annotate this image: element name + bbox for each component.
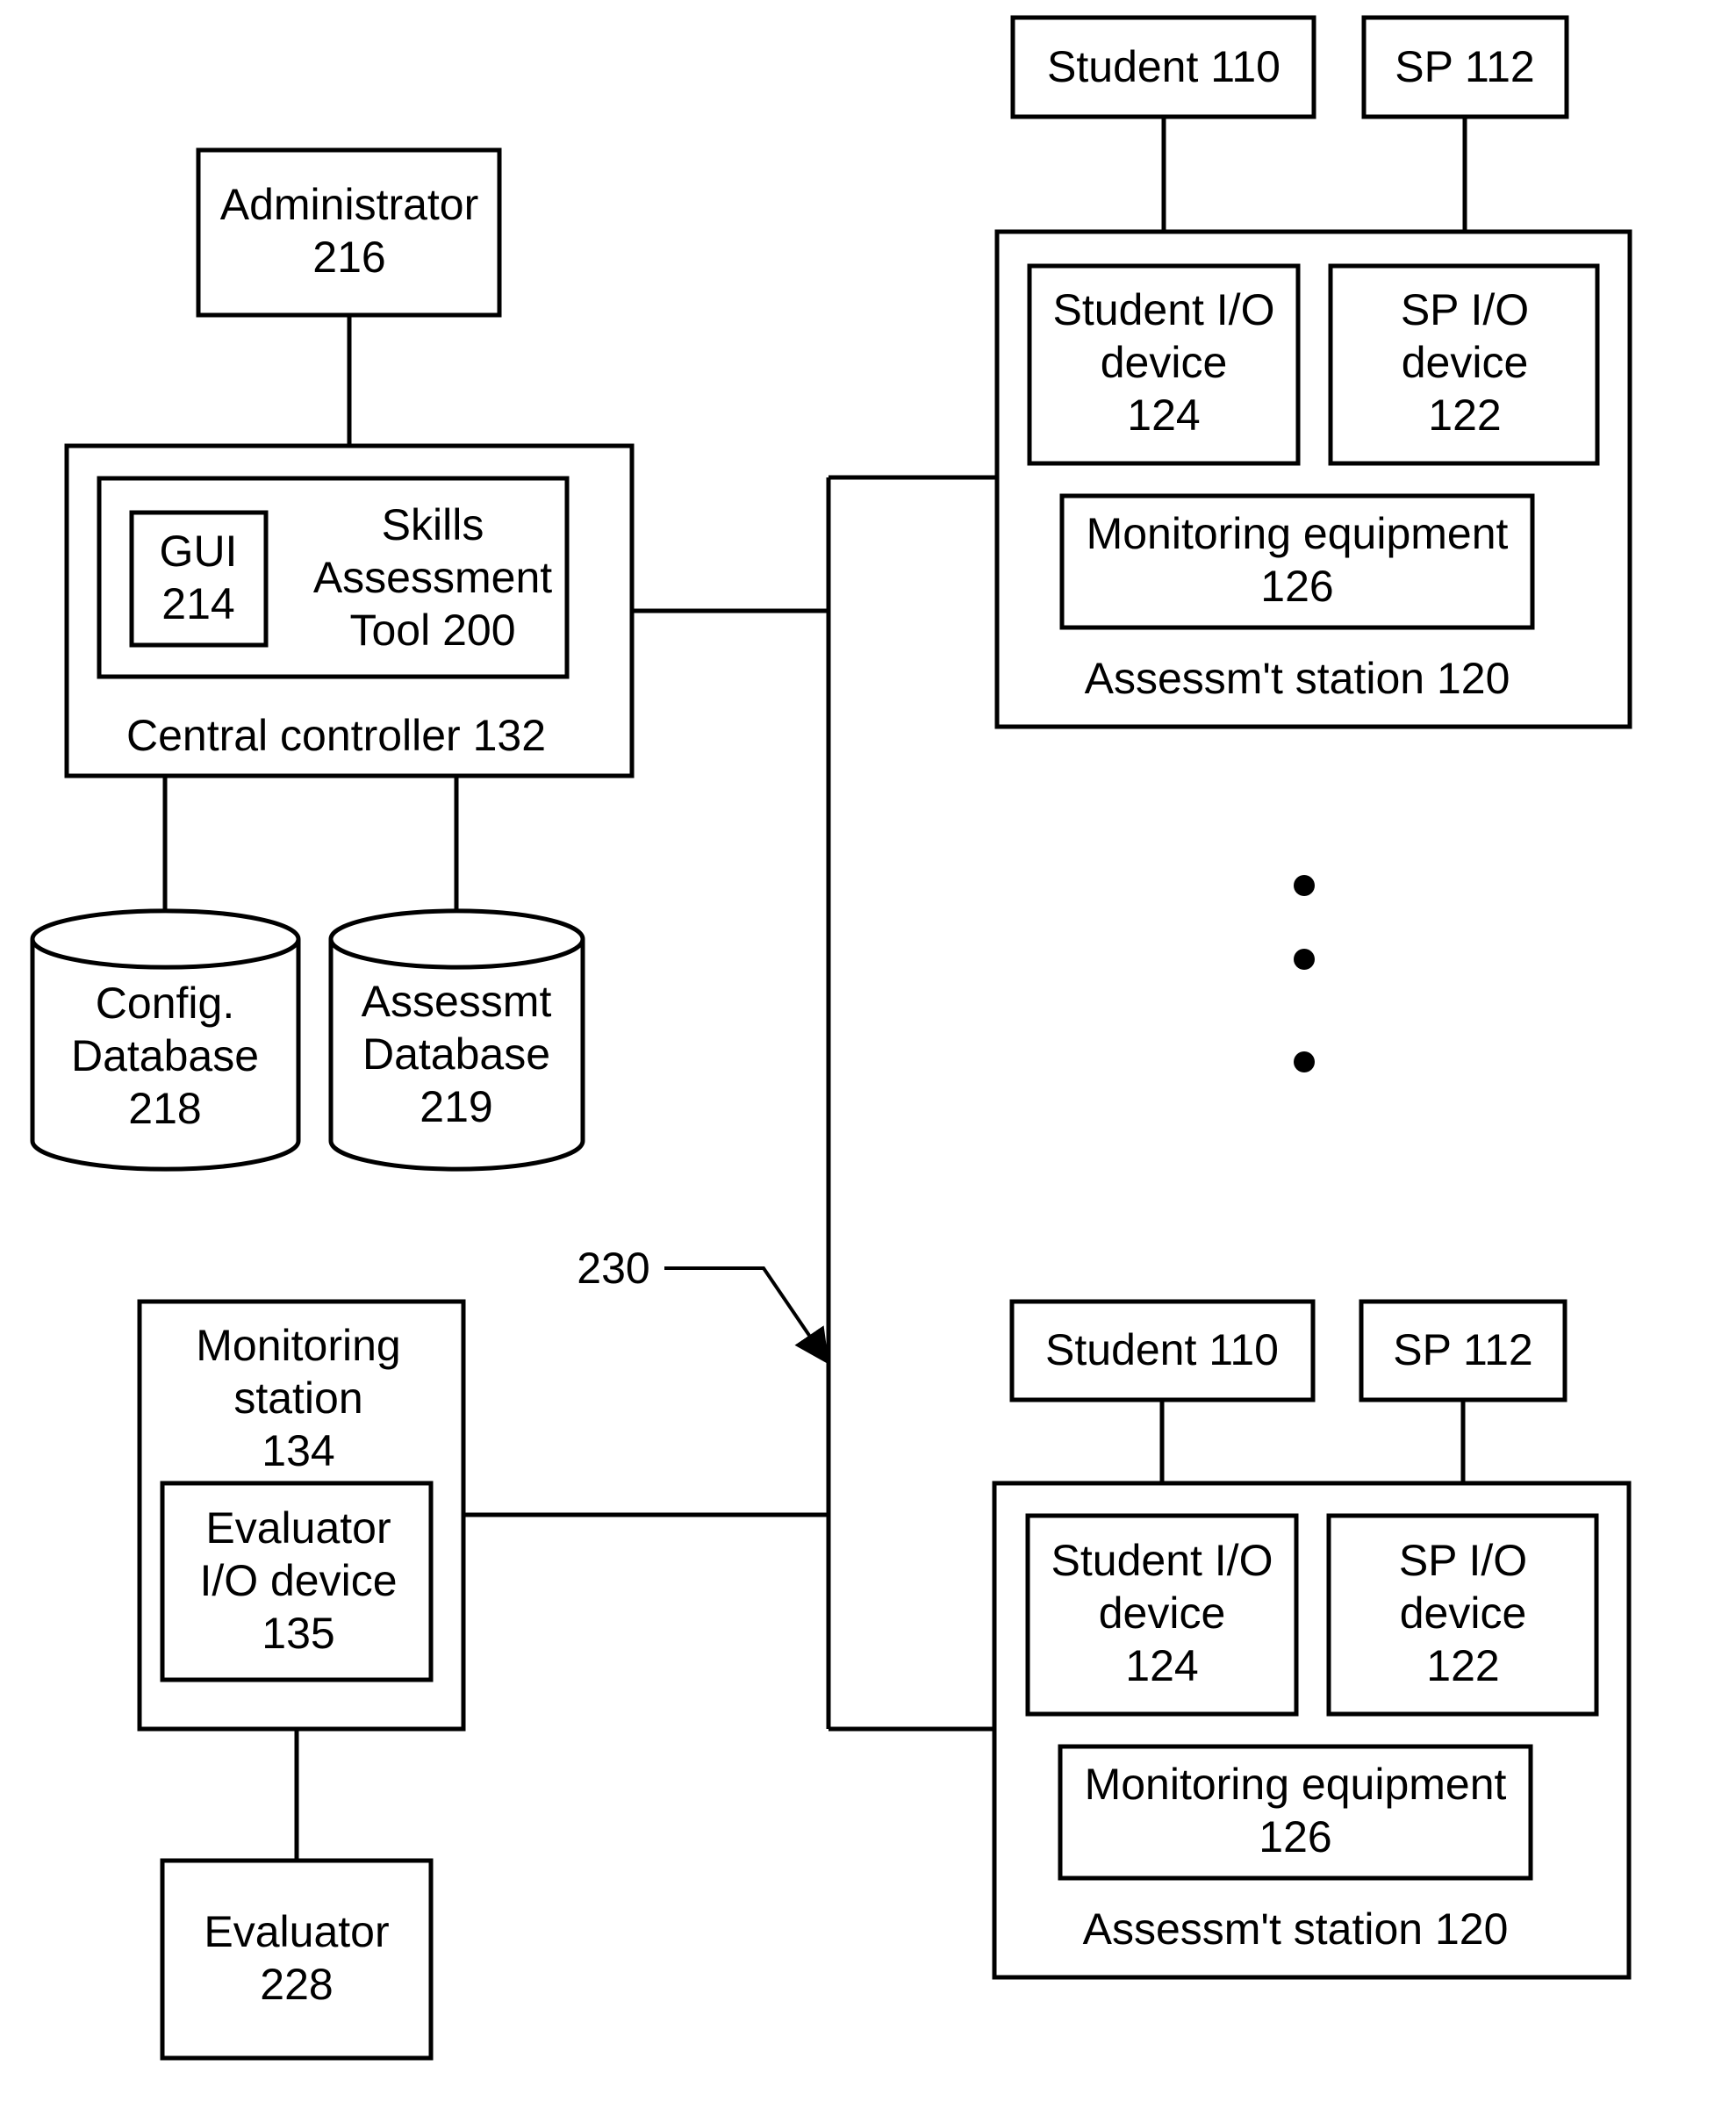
config-db-line1: Config. <box>96 979 234 1028</box>
assessment-database-node[interactable]: Assessmt Database 219 <box>328 908 585 1172</box>
student-io-1-number: 124 <box>1127 391 1200 440</box>
student-io-2-line1: Student I/O <box>1051 1536 1273 1585</box>
evaluator-number: 228 <box>260 1960 333 2009</box>
config-db-number: 218 <box>128 1084 201 1133</box>
ellipsis-dot <box>1294 1051 1315 1072</box>
monitoring-eq-2-number: 126 <box>1259 1812 1331 1861</box>
skills-tool-line3: Tool 200 <box>349 606 515 655</box>
gui-number: 214 <box>161 579 234 628</box>
student-io-1-line1: Student I/O <box>1053 285 1275 334</box>
sp-io-2-line2: device <box>1400 1589 1527 1638</box>
config-db-line2: Database <box>71 1031 259 1080</box>
skills-tool-line2: Assessment <box>313 553 552 602</box>
evaluator-io-line1: Evaluator <box>205 1503 391 1553</box>
sp-io-1-number: 122 <box>1428 391 1501 440</box>
gui-label: GUI <box>160 527 238 576</box>
network-label: 230 <box>577 1244 649 1293</box>
monitoring-station-number: 134 <box>262 1426 334 1475</box>
student-label-1: Student 110 <box>1047 42 1280 91</box>
assess-db-line2: Database <box>362 1029 550 1079</box>
assessment-station-1[interactable]: Student 110 SP 112 Student I/O device 12… <box>994 15 1632 729</box>
assessment-station-2[interactable]: Student 110 SP 112 Student I/O device 12… <box>992 1299 1632 1980</box>
evaluator-label: Evaluator <box>204 1907 389 1956</box>
central-controller-node[interactable]: GUI 214 Skills Assessment Tool 200 Centr… <box>64 443 635 778</box>
monitoring-eq-1-line1: Monitoring equipment <box>1087 509 1509 558</box>
sp-io-2-line1: SP I/O <box>1399 1536 1527 1585</box>
evaluator-io-number: 135 <box>262 1609 334 1658</box>
student-label-2: Student 110 <box>1045 1325 1279 1374</box>
central-controller-label: Central controller 132 <box>126 711 546 760</box>
sp-io-1-line1: SP I/O <box>1401 285 1529 334</box>
sp-io-2-number: 122 <box>1426 1641 1499 1690</box>
station-2-label: Assessm't station 120 <box>1083 1904 1509 1954</box>
ellipsis-dot <box>1294 949 1315 970</box>
config-database-node[interactable]: Config. Database 218 <box>30 908 301 1172</box>
sp-label-2: SP 112 <box>1393 1325 1532 1374</box>
sp-io-1-line2: device <box>1402 338 1529 387</box>
ellipsis-dot <box>1294 875 1315 896</box>
monitoring-eq-2-line1: Monitoring equipment <box>1085 1760 1507 1809</box>
network-label-arrow <box>664 1266 829 1365</box>
monitoring-station-node[interactable]: Monitoring station 134 Evaluator I/O dev… <box>137 1299 466 1732</box>
assess-db-number: 219 <box>420 1082 492 1131</box>
monitoring-station-line2: station <box>233 1373 362 1423</box>
skills-tool-line1: Skills <box>382 500 484 549</box>
administrator-label: Administrator <box>220 180 479 229</box>
assess-db-line1: Assessmt <box>362 977 552 1026</box>
evaluator-node[interactable]: Evaluator 228 <box>160 1858 434 2061</box>
system-diagram: Administrator 216 GUI 214 Skills Assessm… <box>30 15 1632 2061</box>
student-io-1-line2: device <box>1101 338 1228 387</box>
student-io-2-line2: device <box>1099 1589 1226 1638</box>
monitoring-station-line1: Monitoring <box>196 1321 400 1370</box>
station-1-label: Assessm't station 120 <box>1085 654 1510 703</box>
more-stations-ellipsis <box>1294 875 1315 1072</box>
evaluator-io-line2: I/O device <box>199 1556 397 1605</box>
administrator-node[interactable]: Administrator 216 <box>196 147 502 318</box>
monitoring-eq-1-number: 126 <box>1260 562 1333 611</box>
sp-label-1: SP 112 <box>1395 42 1534 91</box>
administrator-number: 216 <box>312 233 385 282</box>
student-io-2-number: 124 <box>1125 1641 1198 1690</box>
